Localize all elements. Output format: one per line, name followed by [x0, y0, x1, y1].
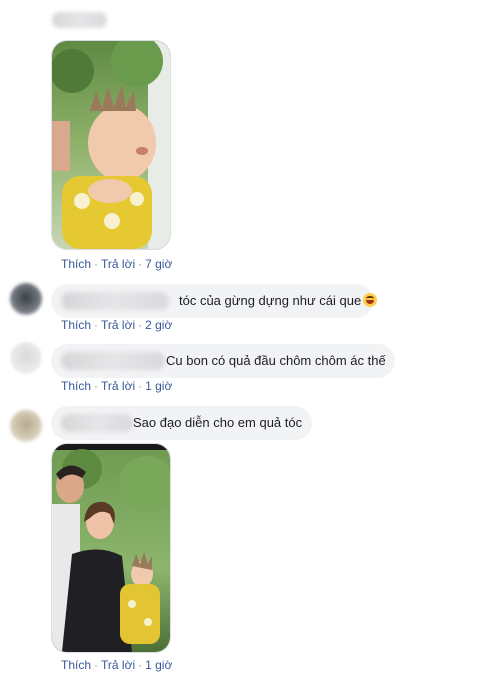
- timestamp-link[interactable]: 1 giờ: [145, 658, 172, 672]
- separator-dot: ·: [94, 379, 99, 393]
- redacted-commenter-name: [61, 292, 169, 310]
- comment-bubble: tóc của gừng dựng như cái que: [51, 284, 378, 318]
- baby-photo-image: [52, 41, 170, 249]
- comment-text: Sao đạo diễn cho em quả tóc: [133, 415, 303, 430]
- like-link[interactable]: Thích: [61, 318, 91, 332]
- laughing-emoji-icon: [363, 293, 378, 307]
- comment-bubble: Cu bon có quả đầu chôm chôm ác thế: [51, 344, 395, 378]
- comment-bubble: Sao đạo diễn cho em quả tóc: [51, 406, 312, 440]
- separator-dot: ·: [94, 257, 99, 271]
- family-photo-image: [52, 444, 170, 652]
- comment-photo-baby[interactable]: [51, 40, 171, 250]
- timestamp-link[interactable]: 7 giờ: [145, 257, 172, 271]
- commenter-avatar[interactable]: [10, 410, 42, 442]
- like-link[interactable]: Thích: [61, 658, 91, 672]
- commenter-avatar[interactable]: [10, 283, 42, 315]
- comment-photo-family[interactable]: [51, 443, 171, 653]
- commenter-avatar[interactable]: [10, 342, 42, 374]
- separator-dot: ·: [94, 658, 99, 672]
- comment-meta: Thích · Trả lời · 1 giờ: [61, 658, 172, 672]
- redacted-commenter-name: [52, 12, 107, 28]
- separator-dot: ·: [138, 318, 143, 332]
- reply-link[interactable]: Trả lời: [101, 318, 135, 332]
- reply-link[interactable]: Trả lời: [101, 257, 135, 271]
- timestamp-link[interactable]: 1 giờ: [145, 379, 172, 393]
- comment-meta: Thích · Trả lời · 7 giờ: [61, 257, 172, 271]
- reply-link[interactable]: Trả lời: [101, 379, 135, 393]
- reply-link[interactable]: Trả lời: [101, 658, 135, 672]
- like-link[interactable]: Thích: [61, 379, 91, 393]
- comment-meta: Thích · Trả lời · 1 giờ: [61, 379, 172, 393]
- comment-text: tóc của gừng dựng như cái que: [179, 293, 362, 308]
- separator-dot: ·: [138, 257, 143, 271]
- redacted-commenter-name: [61, 414, 133, 432]
- separator-dot: ·: [138, 379, 143, 393]
- timestamp-link[interactable]: 2 giờ: [145, 318, 172, 332]
- comment-meta: Thích · Trả lời · 2 giờ: [61, 318, 172, 332]
- like-link[interactable]: Thích: [61, 257, 91, 271]
- separator-dot: ·: [94, 318, 99, 332]
- comment-text: Cu bon có quả đầu chôm chôm ác thế: [166, 353, 386, 368]
- separator-dot: ·: [138, 658, 143, 672]
- redacted-commenter-name: [61, 352, 165, 370]
